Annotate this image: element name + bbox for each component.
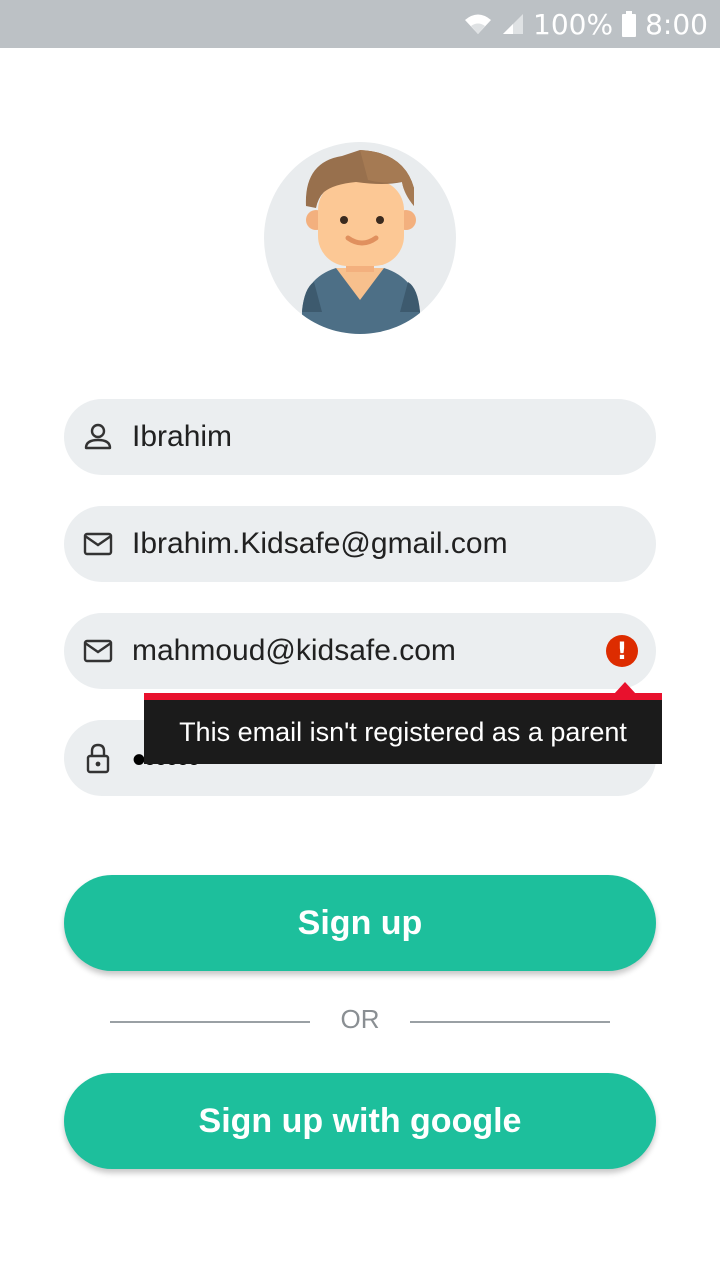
divider-right bbox=[410, 1021, 610, 1023]
name-field[interactable]: Ibrahim bbox=[64, 399, 656, 475]
lock-icon bbox=[86, 743, 110, 774]
parent-email-value: mahmoud@kidsafe.com bbox=[132, 634, 456, 667]
mail-icon bbox=[83, 639, 113, 663]
status-icons: 100% 8:00 bbox=[463, 0, 708, 48]
person-icon bbox=[84, 423, 112, 450]
signup-button[interactable]: Sign up bbox=[64, 875, 656, 971]
divider-left bbox=[110, 1021, 310, 1023]
avatar[interactable] bbox=[264, 142, 456, 334]
signal-icon bbox=[503, 14, 524, 34]
error-tooltip: This email isn't registered as a parent bbox=[144, 693, 662, 764]
parent-email-field[interactable]: mahmoud@kidsafe.com ! bbox=[64, 613, 656, 689]
name-value: Ibrahim bbox=[132, 420, 233, 453]
wifi-icon bbox=[465, 14, 492, 34]
email-field[interactable]: Ibrahim.Kidsafe@gmail.com bbox=[64, 506, 656, 582]
email-value: Ibrahim.Kidsafe@gmail.com bbox=[132, 527, 508, 560]
error-icon[interactable]: ! bbox=[606, 635, 638, 667]
battery-percent: 100% bbox=[533, 7, 614, 41]
status-time: 8:00 bbox=[645, 7, 708, 41]
battery-icon bbox=[622, 11, 637, 37]
status-bar: 100% 8:00 bbox=[0, 0, 720, 48]
mail-icon bbox=[83, 532, 113, 556]
boy-avatar-icon bbox=[302, 150, 420, 334]
or-label: OR bbox=[340, 1004, 380, 1034]
google-signup-button[interactable]: Sign up with google bbox=[64, 1073, 656, 1169]
